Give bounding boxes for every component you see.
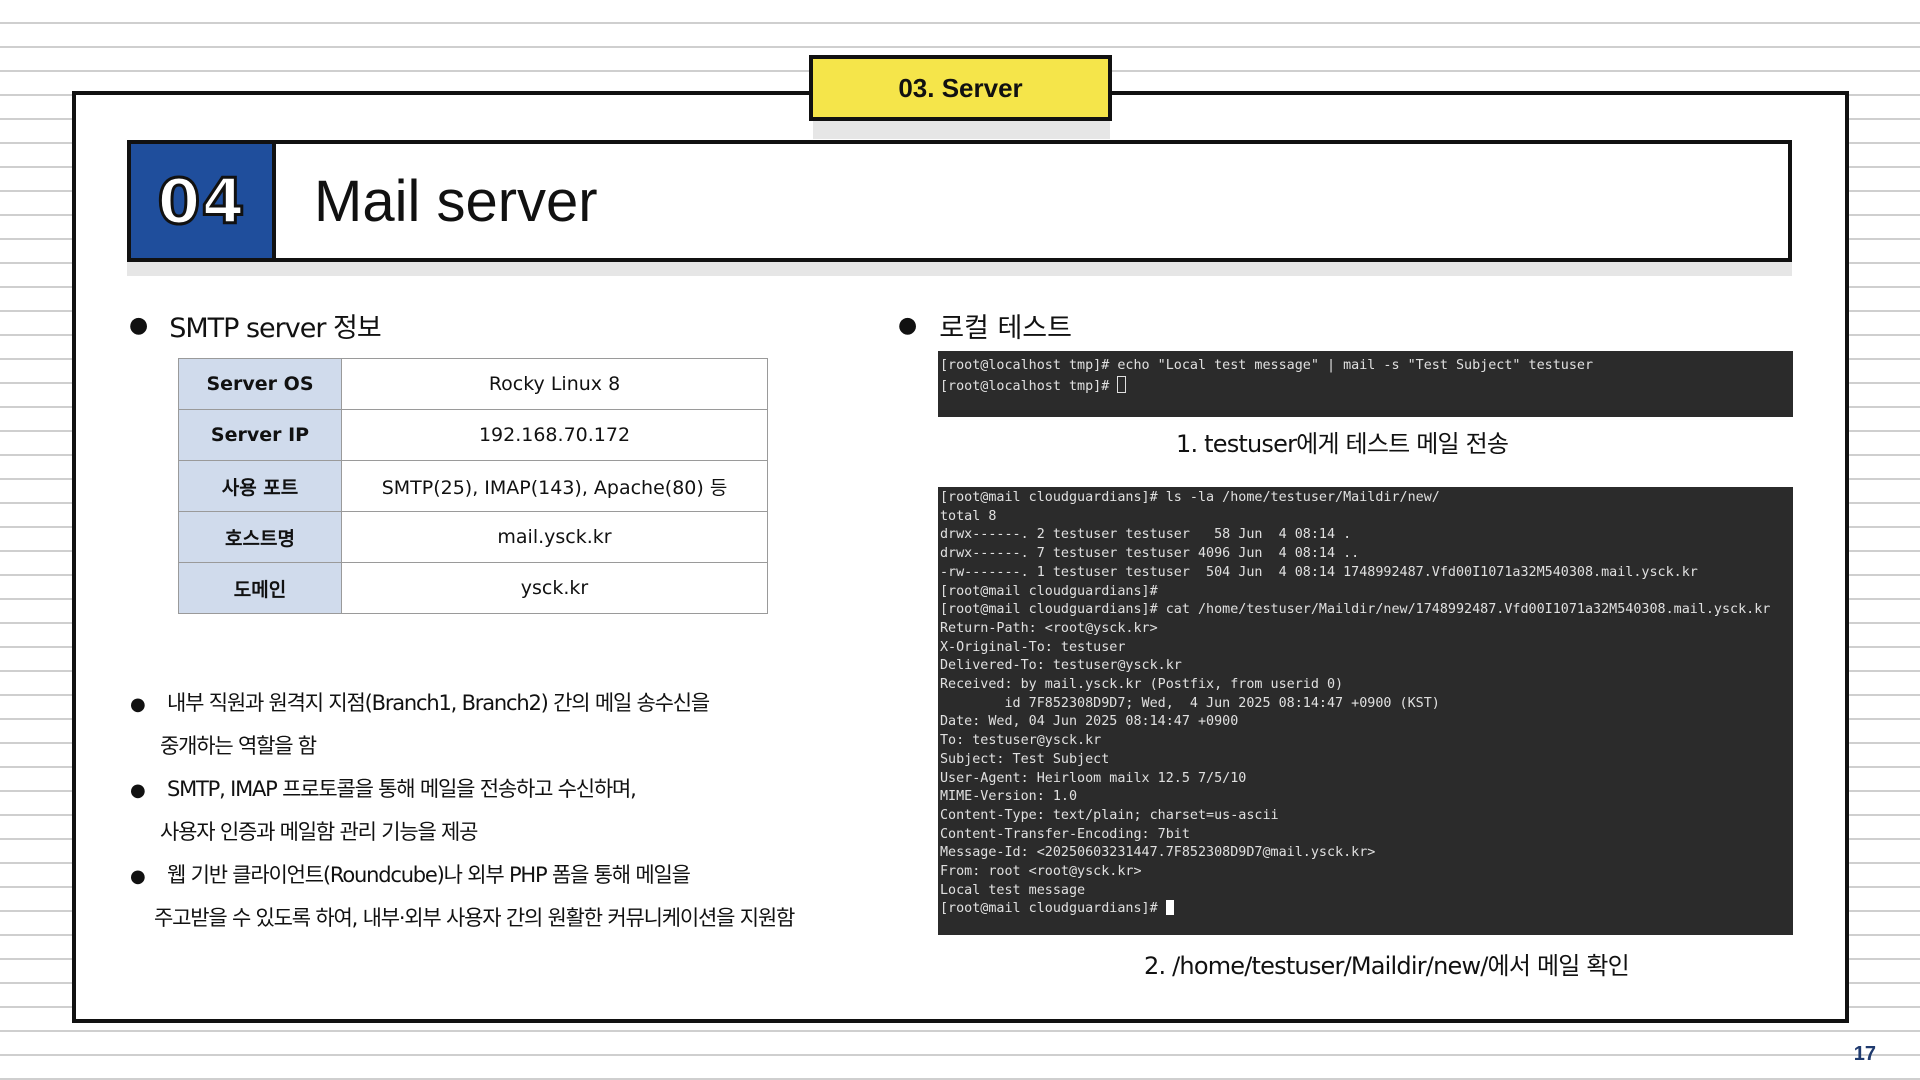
terminal-send-mail: [root@localhost tmp]# echo "Local test m… [938, 351, 1793, 417]
table-row: 사용 포트 SMTP(25), IMAP(143), Apache(80) 등 [178, 460, 768, 512]
terminal-line: drwx------. 2 testuser testuser 58 Jun 4… [940, 527, 1352, 543]
description-bullets: ● 내부 직원과 원격지 지점(Branch1, Branch2) 간의 메일 송… [130, 682, 870, 940]
bullet-icon: ● [130, 866, 146, 887]
terminal-line: Return-Path: <root@ysck.kr> [940, 620, 1158, 636]
terminal-line: MIME-Version: 1.0 [940, 789, 1078, 805]
terminal-line: Content-Transfer-Encoding: 7bit [940, 826, 1190, 842]
table-key: 도메인 [178, 562, 342, 614]
terminal-line: -rw-------. 1 testuser testuser 504 Jun … [940, 564, 1698, 580]
terminal-line: User-Agent: Heirloom mailx 12.5 7/5/10 [940, 770, 1247, 786]
table-key: 호스트명 [178, 511, 342, 563]
terminal-line: [root@mail cloudguardians]# [940, 900, 1791, 919]
terminal-prompt: [root@mail cloudguardians]# [940, 901, 1166, 917]
section-tab: 03. Server [809, 55, 1112, 121]
smtp-info-heading-text: SMTP server 정보 [169, 313, 382, 344]
table-key: 사용 포트 [178, 460, 342, 512]
page-number: 17 [1853, 1043, 1876, 1065]
bullet-line: ● SMTP, IMAP 프로토콜을 통해 메일을 전송하고 수신하며, [130, 768, 870, 811]
terminal-line: drwx------. 7 testuser testuser 4096 Jun… [940, 546, 1360, 562]
bullet-icon: ● [130, 780, 146, 801]
terminal-line: X-Original-To: testuser [940, 639, 1126, 655]
terminal-line: Subject: Test Subject [940, 751, 1110, 767]
table-key: Server IP [178, 409, 342, 461]
local-test-heading: ● 로컬 테스트 [898, 306, 1072, 345]
section-number: 04 [131, 144, 276, 258]
terminal-prompt: [root@localhost tmp]# [940, 378, 1118, 394]
page-title: Mail server [314, 168, 598, 234]
terminal-line: [root@mail cloudguardians]# cat /home/te… [940, 602, 1771, 618]
bullet-text: 내부 직원과 원격지 지점(Branch1, Branch2) 간의 메일 송수… [167, 691, 710, 715]
terminal-line: Message-Id: <20250603231447.7F852308D9D7… [940, 845, 1376, 861]
bullet-text: SMTP, IMAP 프로토콜을 통해 메일을 전송하고 수신하며, [167, 777, 637, 801]
terminal-line: [root@mail cloudguardians]# ls -la /home… [940, 490, 1440, 505]
bullet-icon: ● [130, 694, 146, 715]
table-value: 192.168.70.172 [341, 409, 768, 461]
title-bar: 04 Mail server [127, 140, 1792, 262]
caption-send-mail: 1. testuser에게 테스트 메일 전송 [1176, 430, 1509, 458]
cursor-icon [1117, 375, 1127, 393]
table-row: Server IP 192.168.70.172 [178, 409, 768, 461]
bullet-icon: ● [129, 313, 148, 338]
terminal-line: [root@mail cloudguardians]# [940, 583, 1158, 599]
table-key: Server OS [178, 358, 342, 410]
cursor-icon [1165, 900, 1174, 916]
terminal-line: Received: by mail.ysck.kr (Postfix, from… [940, 677, 1344, 693]
terminal-line: From: root <root@ysck.kr> [940, 864, 1142, 880]
table-value: ysck.kr [341, 562, 768, 614]
bullet-line-continued: 사용자 인증과 메일함 관리 기능을 제공 [160, 820, 478, 844]
terminal-line: [root@localhost tmp]# [940, 375, 1791, 397]
bullet-line-continued: 중개하는 역할을 함 [160, 734, 317, 758]
terminal-check-mail: [root@mail cloudguardians]# ls -la /home… [938, 487, 1793, 935]
terminal-line: Content-Type: text/plain; charset=us-asc… [940, 807, 1279, 823]
table-row: 호스트명 mail.ysck.kr [178, 511, 768, 563]
terminal-line: total 8 [940, 508, 997, 524]
terminal-line: Delivered-To: testuser@ysck.kr [940, 658, 1182, 674]
bullet-icon: ● [898, 313, 918, 338]
terminal-line: Local test message [940, 882, 1086, 898]
table-value: Rocky Linux 8 [341, 358, 768, 410]
caption-check-mail: 2. /home/testuser/Maildir/new/에서 메일 확인 [1144, 952, 1630, 980]
table-value: SMTP(25), IMAP(143), Apache(80) 등 [341, 460, 768, 512]
bullet-line: ● 내부 직원과 원격지 지점(Branch1, Branch2) 간의 메일 송… [130, 682, 870, 725]
smtp-info-heading: ● SMTP server 정보 [129, 306, 382, 345]
terminal-line: Date: Wed, 04 Jun 2025 08:14:47 +0900 [940, 714, 1239, 730]
server-info-table: Server OS Rocky Linux 8 Server IP 192.16… [178, 358, 768, 614]
bullet-line-continued: 주고받을 수 있도록 하여, 내부·외부 사용자 간의 원활한 커뮤니케이션을 … [154, 906, 795, 930]
section-tab-shadow [813, 121, 1110, 139]
terminal-line: To: testuser@ysck.kr [940, 733, 1102, 749]
terminal-line: [root@localhost tmp]# echo "Local test m… [940, 358, 1594, 373]
table-value: mail.ysck.kr [341, 511, 768, 563]
bullet-text: 웹 기반 클라이언트(Roundcube)나 외부 PHP 폼을 통해 메일을 [167, 863, 691, 887]
terminal-line: id 7F852308D9D7; Wed, 4 Jun 2025 08:14:4… [940, 695, 1440, 711]
table-row: 도메인 ysck.kr [178, 562, 768, 614]
bullet-line: ● 웹 기반 클라이언트(Roundcube)나 외부 PHP 폼을 통해 메일을 [130, 854, 870, 897]
local-test-heading-text: 로컬 테스트 [939, 313, 1072, 344]
title-shadow [127, 262, 1792, 276]
table-row: Server OS Rocky Linux 8 [178, 358, 768, 410]
